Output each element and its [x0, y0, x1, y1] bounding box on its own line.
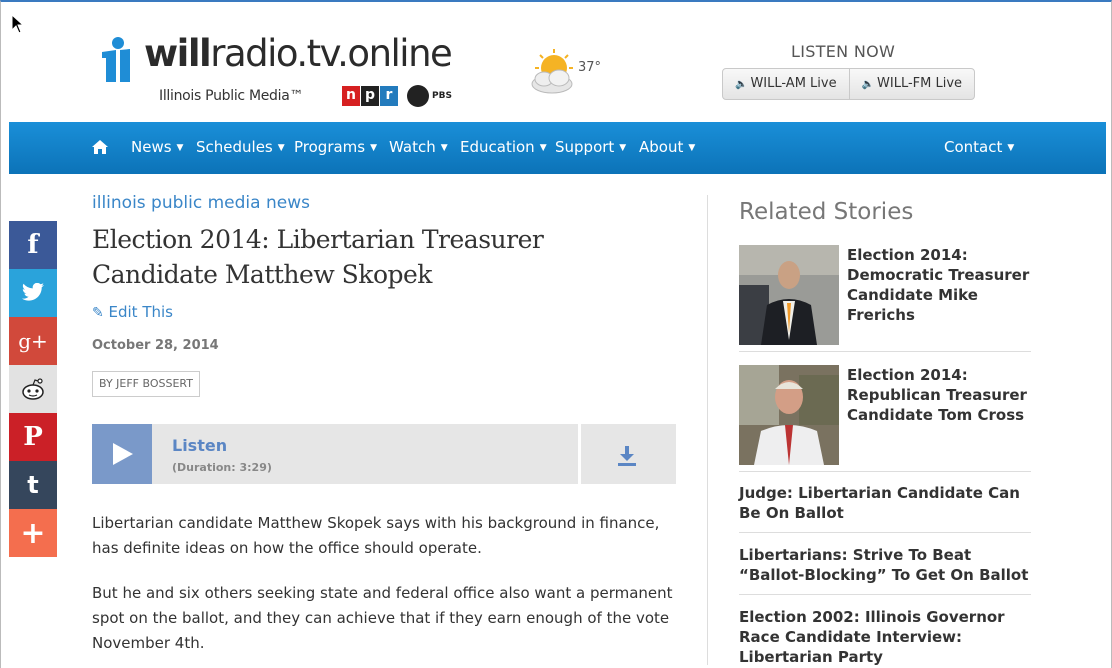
plus-icon: + — [20, 515, 46, 551]
tumblr-share-button[interactable]: t — [9, 461, 57, 509]
twitter-icon — [22, 283, 44, 301]
byline-badge[interactable]: BY JEFF BOSSERT — [92, 371, 200, 397]
reddit-icon — [22, 378, 44, 400]
caret-down-icon: ▼ — [1007, 143, 1015, 153]
related-story[interactable]: Election 2014: Democratic Treasurer Cand… — [739, 245, 1031, 352]
home-icon[interactable] — [91, 138, 109, 156]
article-date: October 28, 2014 — [92, 338, 219, 353]
pinterest-icon: P — [23, 422, 43, 452]
article-headline: Election 2014: Libertarian Treasurer Can… — [92, 225, 544, 289]
related-story-title[interactable]: Libertarians: Strive To Beat “Ballot-Blo… — [739, 545, 1031, 585]
column-divider — [707, 195, 708, 665]
player-duration: (Duration: 3:29) — [172, 461, 272, 474]
share-bar: f g+ P t + — [9, 221, 57, 557]
related-story-title[interactable]: Election 2014: Republican Treasurer Cand… — [847, 365, 1035, 425]
will-am-live-button[interactable]: 🔈 WILL-AM Live — [723, 69, 849, 99]
logo-i-icon — [102, 37, 130, 82]
facebook-icon: f — [27, 230, 39, 260]
play-icon — [113, 443, 133, 465]
caret-down-icon: ▼ — [688, 143, 696, 153]
related-thumbnail[interactable] — [739, 365, 839, 465]
related-story[interactable]: Election 2002: Illinois Governor Race Ca… — [739, 607, 1031, 666]
caret-down-icon: ▼ — [440, 143, 448, 153]
reddit-share-button[interactable] — [9, 365, 57, 413]
speaker-icon: 🔈 — [861, 79, 875, 90]
nav-watch[interactable]: Watch ▼ — [389, 138, 448, 156]
google-plus-share-button[interactable]: g+ — [9, 317, 57, 365]
pbs-logo: PBS — [407, 85, 452, 107]
main-nav: News ▼ Schedules ▼ Programs ▼ Watch ▼ Educat… — [9, 122, 1106, 174]
article-paragraph: Libertarian candidate Matthew Skopek say… — [92, 514, 660, 557]
related-story-title[interactable]: Election 2014: Democratic Treasurer Cand… — [847, 245, 1035, 325]
related-story[interactable]: Libertarians: Strive To Beat “Ballot-Blo… — [739, 545, 1031, 595]
logo-subtitle: Illinois Public Media™ — [159, 88, 304, 104]
twitter-share-button[interactable] — [9, 269, 57, 317]
download-icon[interactable] — [617, 445, 637, 467]
nav-about[interactable]: About ▼ — [639, 138, 695, 156]
player-title: Listen — [172, 436, 228, 455]
related-story[interactable]: Election 2014: Republican Treasurer Cand… — [739, 365, 1031, 472]
site-logo[interactable]: willradio.tv.online Illinois Public Medi… — [94, 32, 474, 117]
player-divider — [578, 424, 581, 484]
section-kicker-link[interactable]: illinois public media news — [92, 193, 310, 213]
caret-down-icon: ▼ — [619, 143, 627, 153]
temperature: 37° — [578, 60, 602, 75]
caret-down-icon: ▼ — [176, 143, 184, 153]
site-header: willradio.tv.online Illinois Public Medi… — [9, 10, 1106, 122]
caret-down-icon: ▼ — [370, 143, 378, 153]
related-story-title[interactable]: Election 2002: Illinois Governor Race Ca… — [739, 607, 1031, 667]
nav-contact[interactable]: Contact ▼ — [944, 138, 1014, 156]
related-story-title[interactable]: Judge: Libertarian Candidate Can Be On B… — [739, 483, 1031, 523]
related-thumbnail[interactable] — [739, 245, 839, 345]
nav-news[interactable]: News ▼ — [131, 138, 183, 156]
edit-icon: ✎ — [92, 305, 104, 321]
speaker-icon: 🔈 — [735, 79, 748, 90]
mouse-cursor-icon — [11, 14, 25, 34]
pinterest-share-button[interactable]: P — [9, 413, 57, 461]
more-share-button[interactable]: + — [9, 509, 57, 557]
pbs-head-icon — [407, 85, 429, 107]
listen-now-label: LISTEN NOW — [791, 42, 896, 61]
facebook-share-button[interactable]: f — [9, 221, 57, 269]
related-story[interactable]: Judge: Libertarian Candidate Can Be On B… — [739, 483, 1031, 533]
will-fm-live-button[interactable]: 🔈 WILL-FM Live — [848, 69, 974, 99]
live-stream-buttons: 🔈 WILL-AM Live 🔈 WILL-FM Live — [722, 68, 976, 100]
npr-logo: n p r — [342, 86, 398, 106]
nav-schedules[interactable]: Schedules ▼ — [196, 138, 285, 156]
related-stories-title: Related Stories — [739, 199, 914, 225]
caret-down-icon: ▼ — [539, 143, 547, 153]
audio-player: Listen (Duration: 3:29) — [92, 424, 676, 484]
nav-education[interactable]: Education ▼ — [460, 138, 547, 156]
article-paragraph: But he and six others seeking state and … — [92, 584, 673, 652]
caret-down-icon: ▼ — [277, 143, 285, 153]
browser-frame: willradio.tv.online Illinois Public Medi… — [0, 0, 1112, 668]
nav-support[interactable]: Support ▼ — [555, 138, 626, 156]
partly-cloudy-icon — [531, 49, 573, 94]
google-plus-icon: g+ — [18, 329, 48, 353]
edit-this-link[interactable]: ✎ Edit This — [92, 303, 173, 321]
play-button[interactable] — [92, 424, 152, 484]
tumblr-icon: t — [27, 471, 39, 499]
nav-programs[interactable]: Programs ▼ — [294, 138, 377, 156]
logo-wordmark: willradio.tv.online — [144, 32, 453, 75]
